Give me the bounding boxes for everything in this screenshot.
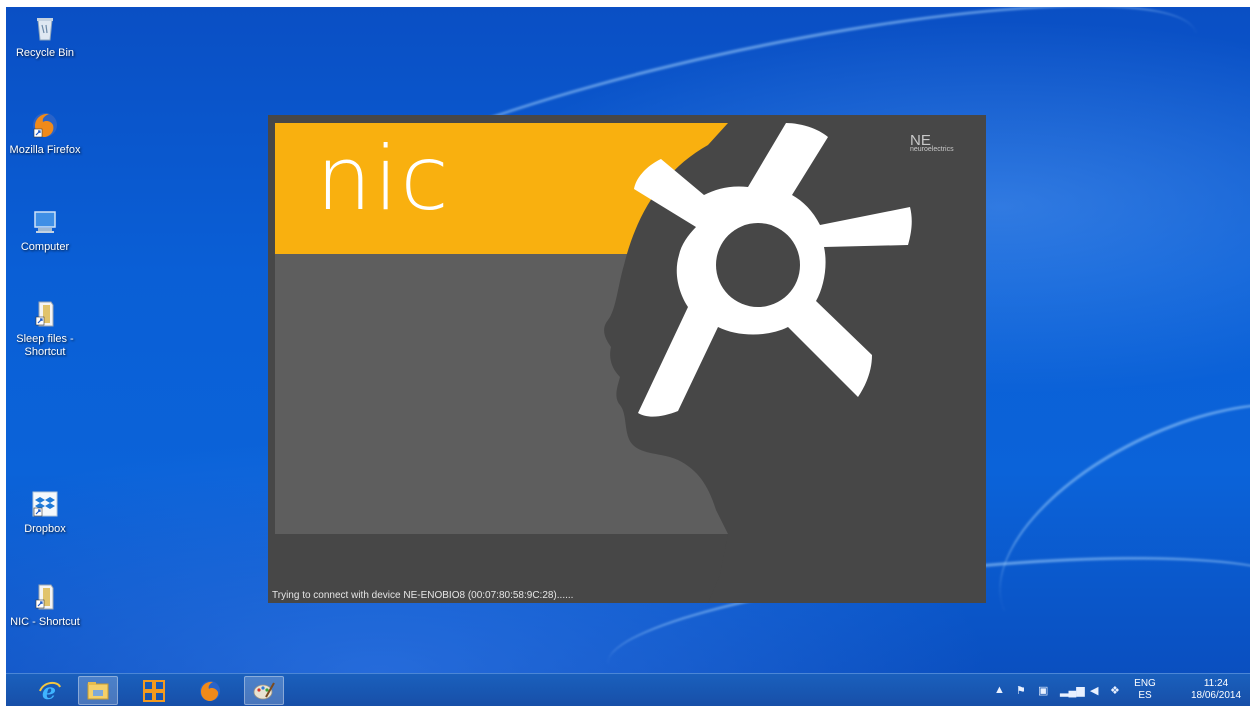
action-center-flag-icon[interactable]: ⚑ — [1016, 684, 1026, 697]
firefox-icon — [33, 113, 57, 138]
show-hidden-icons-chevron-icon[interactable]: ▲ — [994, 684, 1005, 696]
speaker-icon[interactable]: ◀ — [1090, 684, 1098, 697]
network-adapter-icon[interactable]: ▣ — [1038, 684, 1048, 697]
taskbar-internet-explorer-button[interactable]: e — [30, 676, 70, 705]
nic-splash-window: nic NE neuroelectrics Trying to connect … — [268, 115, 986, 603]
remote-app-icon — [143, 679, 165, 702]
language-secondary: ES — [1138, 690, 1152, 701]
system-tray: ▲ ⚑ ▣ ▂▄▆ ◀ ❖ — [986, 674, 1126, 706]
firefox-taskbar-icon — [200, 680, 220, 701]
taskbar-firefox-button[interactable] — [190, 676, 230, 705]
paint-icon — [253, 682, 275, 699]
taskbar-file-explorer-button[interactable] — [78, 676, 118, 705]
logo-inner-ring — [716, 223, 800, 307]
desktop-icon-recycle-bin[interactable]: Recycle Bin — [8, 13, 82, 60]
clock-date: 18/06/2014 — [1190, 690, 1242, 701]
desktop-icon-sleep-files-shortcut[interactable]: Sleep files - Shortcut — [8, 299, 82, 359]
taskbar-remote-app-button[interactable] — [134, 676, 174, 705]
connection-status-text: Trying to connect with device NE-ENOBIO8… — [272, 590, 574, 601]
head-logo-illustration — [604, 123, 986, 603]
signal-bars-icon[interactable]: ▂▄▆ — [1060, 684, 1085, 697]
desktop-icon-computer[interactable]: Computer — [8, 207, 82, 254]
desktop-icon-label: NIC - Shortcut — [10, 616, 80, 628]
desktop-icon-label: Dropbox — [24, 523, 66, 535]
nic-shortcut-icon — [35, 584, 54, 610]
desktop-icon-label: Mozilla Firefox — [9, 144, 81, 156]
desktop-icon-dropbox[interactable]: Dropbox — [8, 489, 82, 536]
desktop-icon-nic-shortcut[interactable]: NIC - Shortcut — [8, 582, 82, 629]
clock-time: 11:24 — [1203, 678, 1229, 689]
desktop-icon-label: Recycle Bin — [15, 47, 75, 59]
file-explorer-icon — [87, 681, 109, 699]
desktop-icon-label: Computer — [20, 241, 70, 253]
internet-explorer-icon: e — [39, 679, 61, 703]
clock[interactable]: 11:24 18/06/2014 — [1186, 678, 1246, 706]
language-indicator[interactable]: ENG ES — [1130, 678, 1160, 706]
language-primary: ENG — [1134, 678, 1156, 689]
taskbar-paint-button[interactable] — [244, 676, 284, 705]
dropbox-tray-icon[interactable]: ❖ — [1110, 684, 1120, 697]
computer-icon — [34, 211, 56, 233]
taskbar: e ▲ ⚑ ▣ ▂▄▆ ◀ ❖ ENG ES 11:24 18/06/2014 — [6, 673, 1250, 706]
neuroelectrics-brand: NE neuroelectrics — [910, 133, 970, 153]
desktop-icon-label: Sleep files - Shortcut — [16, 333, 74, 358]
recycle-bin-icon — [37, 18, 53, 41]
folder-shortcut-icon — [35, 301, 54, 327]
dropbox-icon — [32, 491, 58, 517]
desktop-icon-firefox[interactable]: Mozilla Firefox — [8, 110, 82, 157]
brand-name: neuroelectrics — [910, 146, 954, 153]
